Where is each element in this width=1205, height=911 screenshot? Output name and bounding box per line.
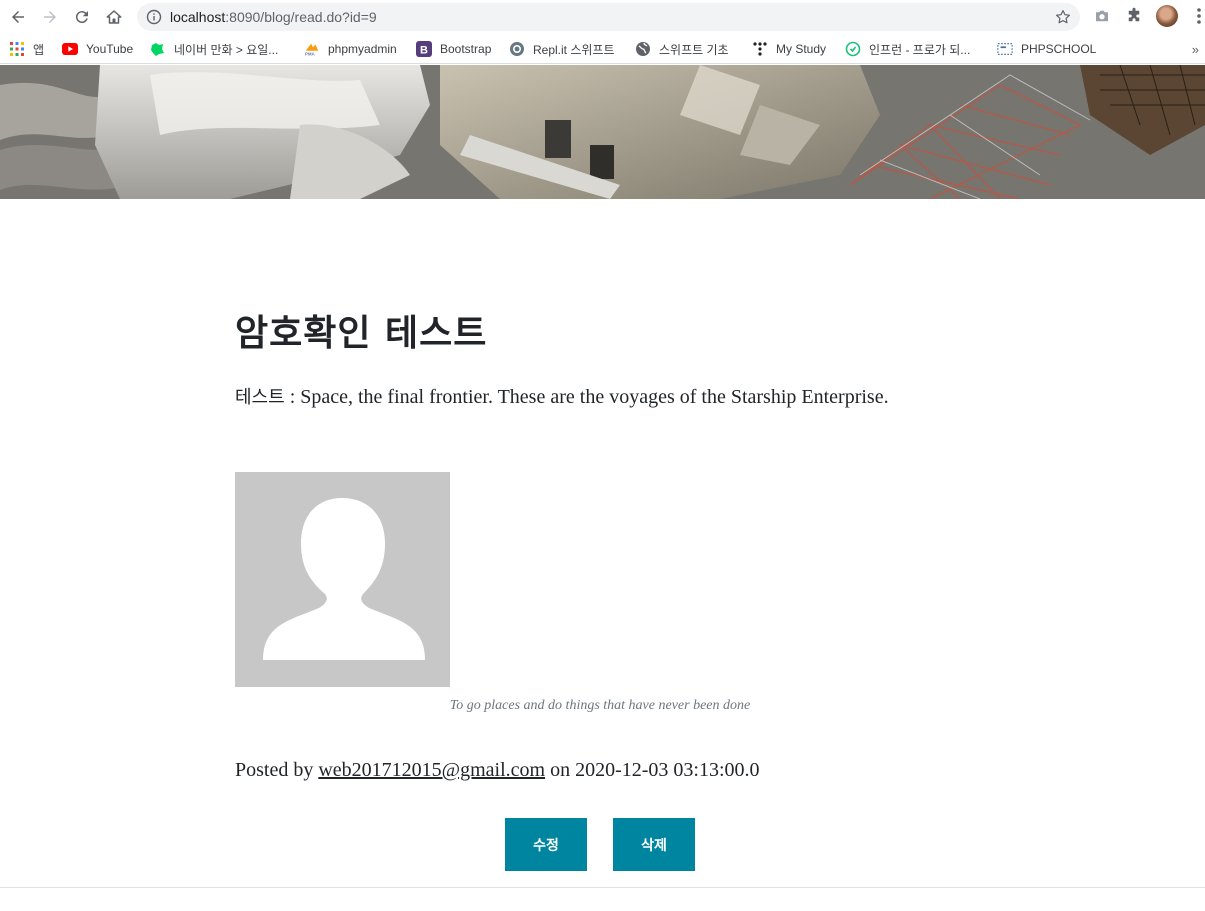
- home-button[interactable]: [102, 5, 126, 29]
- globe-icon: [635, 41, 651, 57]
- apps-grid-icon: [9, 41, 25, 57]
- extensions-button[interactable]: [1124, 6, 1144, 26]
- screenshot-button[interactable]: [1092, 6, 1112, 26]
- bookmark-phpschool[interactable]: PHPSCHOOL: [997, 39, 1096, 59]
- back-arrow-icon: [12, 11, 24, 23]
- bookmark-label: PHPSCHOOL: [1021, 42, 1097, 56]
- profile-placeholder-image: [235, 472, 450, 687]
- bookmark-youtube[interactable]: YouTube: [62, 39, 133, 59]
- svg-text:PMA: PMA: [305, 52, 316, 57]
- phpmyadmin-icon: PMA: [304, 41, 320, 57]
- phpschool-icon: [997, 41, 1013, 57]
- puzzle-icon: [1128, 7, 1140, 22]
- camera-icon: [1096, 10, 1108, 22]
- address-bar[interactable]: localhost:8090/blog/read.do?id=9: [137, 3, 1080, 31]
- bookmark-label: My Study: [776, 42, 827, 56]
- bookmark-label: 인프런 - 프로가 되...: [869, 42, 971, 57]
- post-body-korean: 테스트: [235, 387, 285, 408]
- image-caption: To go places and do things that have nev…: [449, 698, 751, 713]
- bookmark-apps[interactable]: 앱: [9, 39, 44, 59]
- forward-button[interactable]: [38, 5, 62, 29]
- post-meta: Posted by web201712015@gmail.com on 2020…: [235, 759, 760, 782]
- bookmark-label: 앱: [33, 42, 45, 57]
- bookmark-label: Bootstrap: [440, 42, 492, 56]
- back-button[interactable]: [6, 5, 30, 29]
- dots-icon: [752, 41, 768, 57]
- post-date: 2020-12-03 03:13:00.0: [575, 759, 760, 781]
- posted-on-label: on: [545, 759, 576, 781]
- naver-webtoon-icon: [150, 41, 166, 57]
- bookmark-label: phpmyadmin: [328, 42, 397, 56]
- bookmark-phpmyadmin[interactable]: PMA phpmyadmin: [304, 39, 397, 59]
- user-silhouette-icon: [263, 498, 425, 660]
- youtube-icon: [62, 41, 78, 57]
- bookmark-my-study[interactable]: My Study: [752, 39, 826, 59]
- bookmarks-bar: 앱 YouTube 네이버 만화 > 요일... PMA phpmyadmin …: [0, 34, 1205, 64]
- forward-arrow-icon: [44, 11, 56, 23]
- inflearn-icon: [845, 41, 861, 57]
- info-icon[interactable]: [146, 9, 162, 25]
- browser-toolbar: localhost:8090/blog/read.do?id=9: [0, 0, 1205, 34]
- url-path: :8090/blog/read.do?id=9: [225, 9, 377, 25]
- bootstrap-icon: B: [416, 41, 432, 57]
- bookmarks-overflow-button[interactable]: »: [1192, 42, 1199, 57]
- url-text[interactable]: localhost:8090/blog/read.do?id=9: [170, 9, 377, 25]
- bookmark-naver-webtoon[interactable]: 네이버 만화 > 요일...: [150, 39, 278, 59]
- bookmark-label: YouTube: [86, 42, 134, 56]
- header-image: [0, 65, 1205, 199]
- post-body: 테스트 : Space, the final frontier. These a…: [235, 382, 955, 413]
- bookmark-star-icon[interactable]: [1054, 8, 1072, 26]
- url-host: localhost: [170, 9, 226, 25]
- post-title: 암호확인 테스트: [235, 313, 488, 354]
- bookmark-label: Repl.it 스위프트: [533, 42, 615, 57]
- reload-button[interactable]: [70, 5, 94, 29]
- kebab-menu-icon: [1197, 8, 1201, 24]
- bookmark-inflearn[interactable]: 인프런 - 프로가 되...: [845, 39, 970, 59]
- replit-icon: [509, 41, 525, 57]
- profile-avatar[interactable]: [1156, 5, 1178, 27]
- post-body-english: : Space, the final frontier. These are t…: [284, 386, 889, 408]
- bookmark-replit-swift[interactable]: Repl.it 스위프트: [509, 39, 615, 59]
- bookmark-label: 스위프트 기초: [659, 42, 729, 57]
- posted-by-label: Posted by: [235, 759, 319, 781]
- delete-button[interactable]: 삭제: [613, 818, 695, 871]
- bookmark-label: 네이버 만화 > 요일...: [174, 42, 279, 57]
- bookmark-swift-basics[interactable]: 스위프트 기초: [635, 39, 729, 59]
- menu-button[interactable]: [1189, 6, 1205, 26]
- reload-icon: [75, 11, 88, 24]
- footer-divider: [0, 887, 1205, 888]
- space-station-image: [0, 65, 1205, 199]
- home-icon: [106, 10, 122, 24]
- svg-text:B: B: [420, 45, 428, 57]
- bookmark-bootstrap[interactable]: B Bootstrap: [416, 39, 491, 59]
- author-email-link[interactable]: web201712015@gmail.com: [318, 759, 545, 781]
- edit-button[interactable]: 수정: [505, 818, 587, 871]
